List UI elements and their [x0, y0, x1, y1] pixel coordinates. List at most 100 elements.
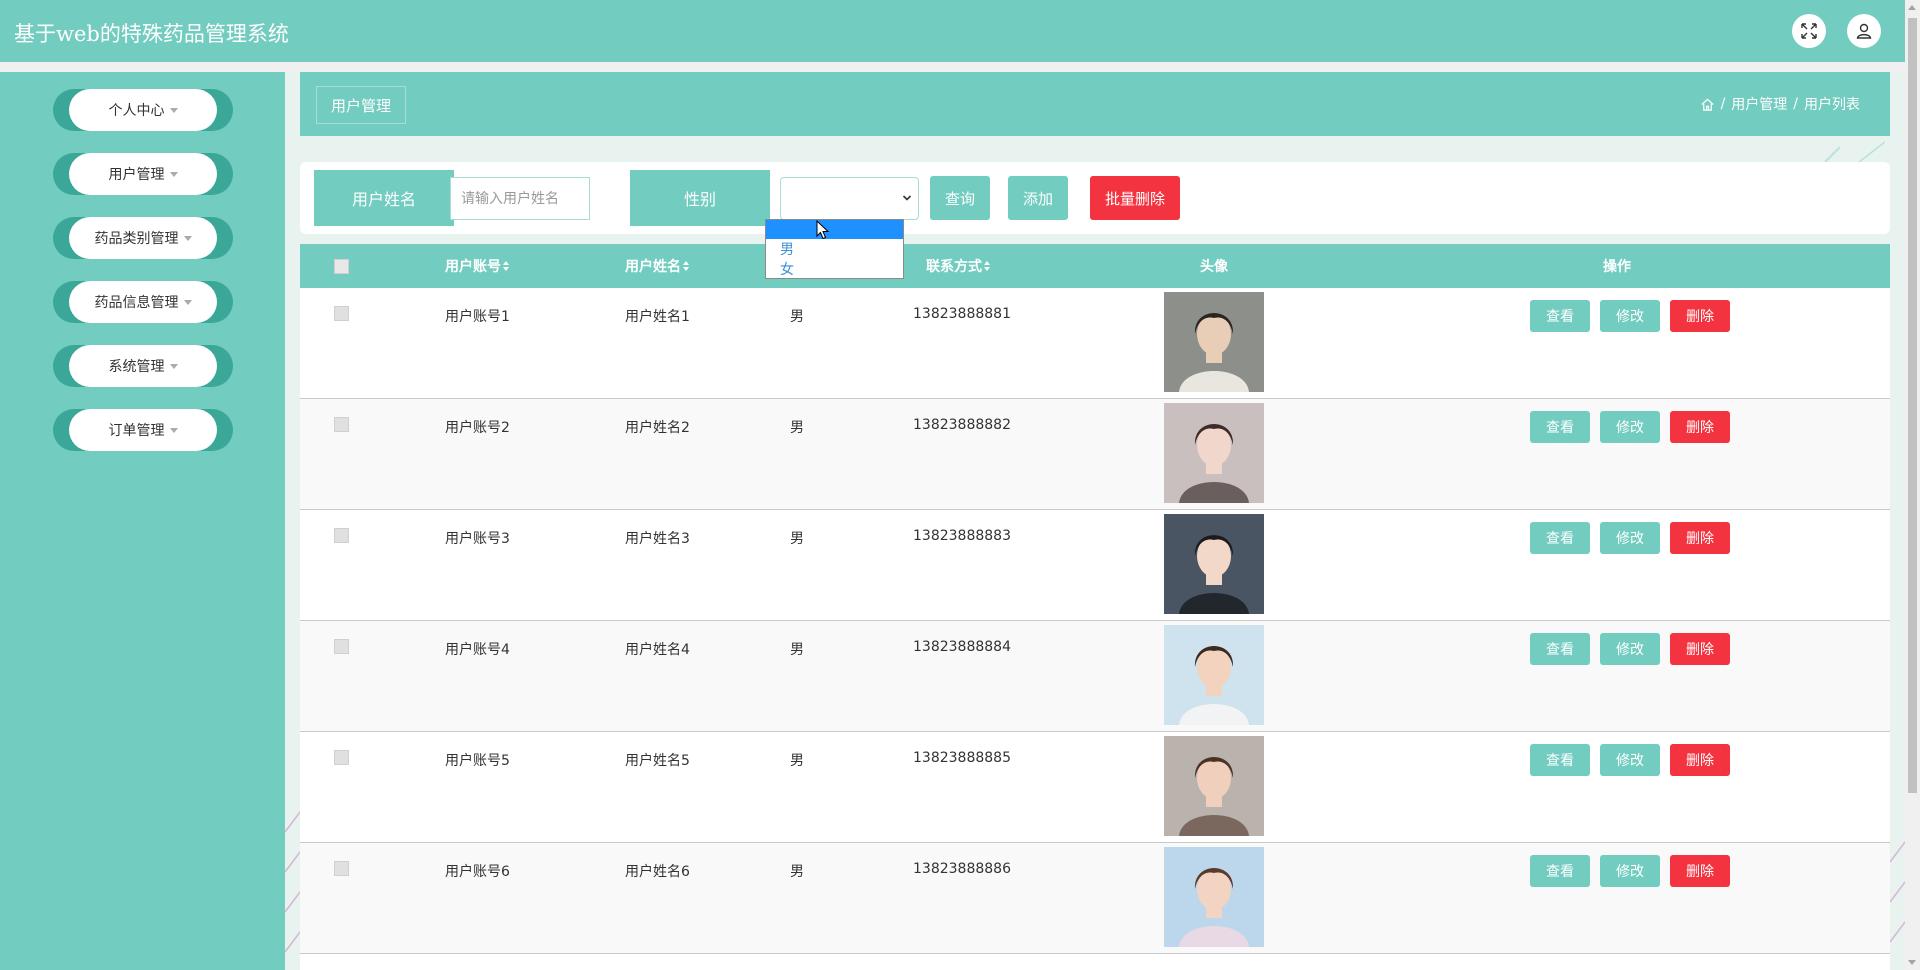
home-icon[interactable]	[1700, 97, 1715, 112]
edit-button[interactable]: 修改	[1600, 522, 1660, 554]
column-header-phone[interactable]: 联系方式	[926, 244, 991, 288]
sidebar-item-label: 药品信息管理	[94, 295, 179, 311]
batch-delete-button[interactable]: 批量删除	[1090, 176, 1180, 220]
column-header-name[interactable]: 用户姓名	[625, 244, 690, 288]
cell-name: 用户姓名4	[625, 642, 690, 658]
delete-button[interactable]: 删除	[1670, 411, 1730, 443]
edit-button[interactable]: 修改	[1600, 300, 1660, 332]
sidebar-item-drug-info[interactable]: 药品信息管理	[53, 281, 233, 323]
sidebar-item-orders[interactable]: 订单管理	[53, 409, 233, 451]
cell-account: 用户账号3	[445, 531, 510, 547]
row-checkbox[interactable]	[334, 417, 349, 432]
row-checkbox[interactable]	[334, 306, 349, 321]
breadcrumb-separator: /	[1793, 96, 1798, 112]
cell-account: 用户账号6	[445, 864, 510, 880]
cell-sex: 男	[790, 531, 804, 547]
sidebar-item-personal-center[interactable]: 个人中心	[53, 89, 233, 131]
breadcrumb-bar: 用户管理 / 用户管理 / 用户列表	[300, 72, 1890, 136]
row-checkbox[interactable]	[334, 528, 349, 543]
sex-option-male[interactable]: 男	[766, 239, 903, 259]
sidebar-item-drug-category[interactable]: 药品类别管理	[53, 217, 233, 259]
table-row: 用户账号5 用户姓名5 男 13823888885 查看 修改 删除	[300, 732, 1890, 843]
breadcrumb-item-user-management[interactable]: 用户管理	[1731, 94, 1787, 114]
sort-icon	[503, 261, 510, 271]
row-checkbox[interactable]	[334, 861, 349, 876]
cell-sex: 男	[790, 309, 804, 325]
select-all-checkbox[interactable]	[334, 258, 349, 274]
caret-down-icon	[169, 363, 178, 369]
view-button[interactable]: 查看	[1530, 300, 1590, 332]
table-row	[300, 954, 1890, 970]
app-title: 基于web的特殊药品管理系统	[14, 22, 289, 46]
sidebar-item-user-management[interactable]: 用户管理	[53, 153, 233, 195]
cell-name: 用户姓名3	[625, 531, 690, 547]
edit-button[interactable]: 修改	[1600, 633, 1660, 665]
avatar	[1164, 292, 1264, 392]
row-checkbox[interactable]	[334, 639, 349, 654]
edit-button[interactable]: 修改	[1600, 744, 1660, 776]
cell-phone: 13823888885	[913, 750, 1011, 766]
cell-account: 用户账号1	[445, 309, 510, 325]
delete-button[interactable]: 删除	[1670, 855, 1730, 887]
sidebar: 个人中心 用户管理 药品类别管理 药品信息管理 系统管理 订单管理	[0, 72, 285, 970]
cell-account: 用户账号4	[445, 642, 510, 658]
column-header-account[interactable]: 用户账号	[445, 244, 510, 288]
user-menu-button[interactable]	[1847, 14, 1881, 48]
mouse-cursor-icon	[816, 220, 830, 240]
sort-icon	[984, 261, 991, 271]
page-scrollbar[interactable]	[1905, 0, 1920, 970]
scroll-down-arrow-icon[interactable]	[1908, 960, 1916, 965]
caret-down-icon	[169, 171, 178, 177]
caret-down-icon	[169, 107, 178, 113]
cell-phone: 13823888886	[913, 861, 1011, 877]
cell-phone: 13823888883	[913, 528, 1011, 544]
delete-button[interactable]: 删除	[1670, 633, 1730, 665]
edit-button[interactable]: 修改	[1600, 855, 1660, 887]
sidebar-item-system[interactable]: 系统管理	[53, 345, 233, 387]
view-button[interactable]: 查看	[1530, 744, 1590, 776]
breadcrumb-item-user-list: 用户列表	[1804, 97, 1860, 113]
sex-option-empty[interactable]	[766, 220, 903, 239]
cell-name: 用户姓名6	[625, 864, 690, 880]
sex-select[interactable]	[780, 177, 919, 220]
sex-option-female[interactable]: 女	[766, 259, 903, 279]
delete-button[interactable]: 删除	[1670, 744, 1730, 776]
sex-options-dropdown: 男 女	[765, 219, 904, 279]
sidebar-item-label: 个人中心	[108, 103, 165, 119]
column-header-actions: 操作	[1603, 259, 1631, 275]
cell-phone: 13823888881	[913, 306, 1011, 322]
sidebar-item-label: 用户管理	[108, 167, 165, 183]
name-search-input[interactable]	[450, 177, 590, 220]
avatar	[1164, 625, 1264, 725]
avatar	[1164, 736, 1264, 836]
delete-button[interactable]: 删除	[1670, 522, 1730, 554]
scroll-up-arrow-icon[interactable]	[1908, 5, 1916, 10]
page-tab[interactable]: 用户管理	[316, 86, 407, 124]
header-divider	[0, 62, 1905, 72]
view-button[interactable]: 查看	[1530, 411, 1590, 443]
row-checkbox[interactable]	[334, 750, 349, 765]
query-button[interactable]: 查询	[930, 176, 990, 220]
table-row: 用户账号1 用户姓名1 男 13823888881 查看 修改 删除	[300, 288, 1890, 399]
view-button[interactable]: 查看	[1530, 522, 1590, 554]
fullscreen-button[interactable]	[1792, 14, 1826, 48]
chevron-down-icon	[902, 195, 912, 201]
main-content: 用户管理 / 用户管理 / 用户列表 用户姓名 性别 查询 添加 批量删除 用户…	[285, 72, 1905, 970]
sex-filter-label: 性别	[630, 170, 770, 226]
breadcrumb: / 用户管理 / 用户列表	[1700, 94, 1860, 114]
delete-button[interactable]: 删除	[1670, 300, 1730, 332]
table-row: 用户账号2 用户姓名2 男 13823888882 查看 修改 删除	[300, 399, 1890, 510]
edit-button[interactable]: 修改	[1600, 411, 1660, 443]
caret-down-icon	[183, 299, 192, 305]
table-row: 用户账号6 用户姓名6 男 13823888886 查看 修改 删除	[300, 843, 1890, 954]
top-header: 基于web的特殊药品管理系统	[0, 0, 1905, 62]
view-button[interactable]: 查看	[1530, 855, 1590, 887]
sidebar-item-label: 药品类别管理	[94, 231, 179, 247]
add-button[interactable]: 添加	[1008, 176, 1068, 220]
sidebar-item-label: 系统管理	[108, 359, 165, 375]
scrollbar-thumb[interactable]	[1908, 18, 1917, 793]
column-header-avatar: 头像	[1200, 259, 1228, 275]
view-button[interactable]: 查看	[1530, 633, 1590, 665]
user-icon	[1856, 23, 1872, 39]
sort-icon	[683, 261, 690, 271]
